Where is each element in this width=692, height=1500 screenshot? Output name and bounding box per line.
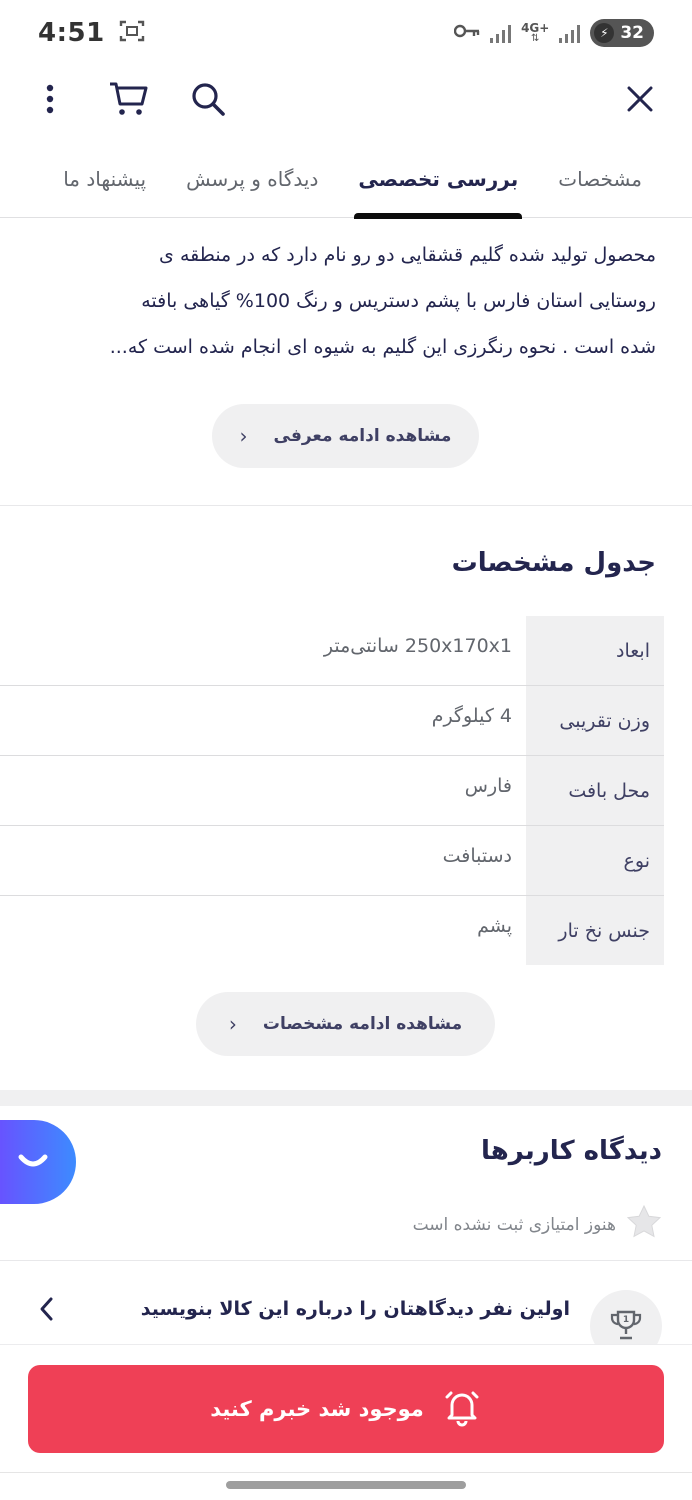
tab-specifications[interactable]: مشخصات bbox=[538, 140, 662, 218]
close-icon[interactable] bbox=[620, 79, 660, 119]
spec-value: پشم bbox=[477, 914, 512, 937]
toolbar bbox=[0, 66, 692, 132]
spec-key: وزن تقریبی bbox=[526, 686, 664, 755]
read-more-intro-label: مشاهده ادامه معرفی bbox=[273, 426, 452, 446]
spec-key: جنس نخ تار bbox=[526, 896, 664, 965]
spec-key: نوع bbox=[526, 826, 664, 895]
tab-expert-review[interactable]: بررسی تخصصی bbox=[338, 140, 538, 219]
battery-indicator: ⚡ 32 bbox=[590, 19, 654, 47]
product-intro: محصول تولید شده گلیم قشقایی دو رو نام دا… bbox=[34, 232, 656, 370]
screenshot-icon bbox=[119, 19, 145, 47]
status-left: 4:51 bbox=[38, 18, 145, 48]
section-separator bbox=[0, 1090, 692, 1106]
active-tab-indicator bbox=[354, 212, 523, 219]
status-bar: 4:51 4G+ ⇅ ⚡ 32 bbox=[0, 0, 692, 66]
section-divider bbox=[0, 505, 692, 506]
charging-icon: ⚡ bbox=[594, 23, 615, 43]
spec-value: 4 کیلوگرم bbox=[431, 704, 512, 727]
reviews-title: دیدگاه کاربرها bbox=[481, 1136, 662, 1166]
star-icon bbox=[626, 1204, 662, 1245]
home-indicator[interactable] bbox=[226, 1481, 466, 1489]
tab-reviews-questions[interactable]: دیدگاه و پرسش bbox=[166, 140, 338, 218]
spec-row: نوع دستبافت bbox=[0, 826, 664, 896]
chevron-left-icon: ‹ bbox=[228, 1012, 237, 1036]
bell-icon bbox=[442, 1387, 482, 1432]
tab-label: دیدگاه و پرسش bbox=[186, 166, 319, 191]
smile-icon bbox=[18, 1154, 48, 1167]
intro-line: محصول تولید شده گلیم قشقایی دو رو نام دا… bbox=[159, 244, 656, 266]
intro-line: شده است . نحوه رنگرزی این گلیم به شیوه ا… bbox=[109, 336, 656, 358]
page: 4:51 4G+ ⇅ ⚡ 32 مشخصات بررسی تخصصی دیدگا… bbox=[0, 0, 692, 1500]
spec-value: فارس bbox=[464, 774, 512, 797]
write-first-review-row[interactable]: 1 اولین نفر دیدگاهتان را درباره این کالا… bbox=[0, 1290, 692, 1362]
spec-key: محل بافت bbox=[526, 756, 664, 825]
nav-divider bbox=[0, 1472, 692, 1473]
read-more-specs-button[interactable]: مشاهده ادامه مشخصات ‹ bbox=[196, 992, 495, 1056]
notify-when-available-button[interactable]: موجود شد خبرم کنید bbox=[28, 1365, 664, 1453]
chat-assistant-button[interactable] bbox=[0, 1120, 76, 1204]
battery-level: 32 bbox=[620, 23, 644, 43]
spec-row: وزن تقریبی 4 کیلوگرم bbox=[0, 686, 664, 756]
section-divider bbox=[0, 1260, 692, 1261]
spec-value: دستبافت bbox=[442, 844, 512, 867]
bottom-action-bar: موجود شد خبرم کنید bbox=[0, 1344, 692, 1500]
vpn-key-icon bbox=[453, 23, 480, 43]
tab-recommendations[interactable]: پیشنهاد ما bbox=[43, 140, 166, 218]
first-review-text: اولین نفر دیدگاهتان را درباره این کالا ب… bbox=[140, 1298, 570, 1320]
notify-label: موجود شد خبرم کنید bbox=[210, 1397, 424, 1421]
search-icon[interactable] bbox=[188, 79, 228, 119]
data-arrows-icon: ⇅ bbox=[531, 33, 540, 44]
chevron-left-icon: ‹ bbox=[239, 424, 248, 448]
spec-key: ابعاد bbox=[526, 616, 664, 685]
trophy-icon: 1 bbox=[610, 1310, 642, 1340]
signal-icon-1 bbox=[490, 23, 512, 43]
spec-value: 250x170x1 سانتی‌متر bbox=[323, 634, 512, 657]
cart-icon[interactable] bbox=[108, 79, 148, 119]
spec-row: محل بافت فارس bbox=[0, 756, 664, 826]
more-options-icon[interactable] bbox=[30, 79, 70, 119]
svg-text:1: 1 bbox=[623, 1315, 629, 1325]
tab-bar: مشخصات بررسی تخصصی دیدگاه و پرسش پیشنهاد… bbox=[0, 140, 692, 219]
no-rating-text: هنوز امتیازی ثبت نشده است bbox=[412, 1214, 616, 1235]
specs-table: ابعاد 250x170x1 سانتی‌متر وزن تقریبی 4 ک… bbox=[0, 616, 664, 966]
spec-row: ابعاد 250x170x1 سانتی‌متر bbox=[0, 616, 664, 686]
status-time: 4:51 bbox=[38, 18, 105, 48]
intro-line: روستایی استان فارس با پشم دستریس و رنگ 1… bbox=[141, 290, 656, 312]
status-right: 4G+ ⇅ ⚡ 32 bbox=[453, 19, 654, 47]
rating-status: هنوز امتیازی ثبت نشده است bbox=[413, 1204, 662, 1245]
read-more-specs-label: مشاهده ادامه مشخصات bbox=[262, 1014, 463, 1034]
spec-row: جنس نخ تار پشم bbox=[0, 896, 664, 966]
network-indicator: 4G+ ⇅ bbox=[521, 22, 549, 44]
tab-label: مشخصات bbox=[558, 166, 642, 191]
chevron-left-icon bbox=[38, 1296, 54, 1329]
specs-title: جدول مشخصات bbox=[451, 548, 656, 578]
tab-label: پیشنهاد ما bbox=[63, 166, 147, 191]
tab-label: بررسی تخصصی bbox=[358, 166, 519, 191]
read-more-intro-button[interactable]: مشاهده ادامه معرفی ‹ bbox=[212, 404, 479, 468]
signal-icon-2 bbox=[559, 23, 581, 43]
